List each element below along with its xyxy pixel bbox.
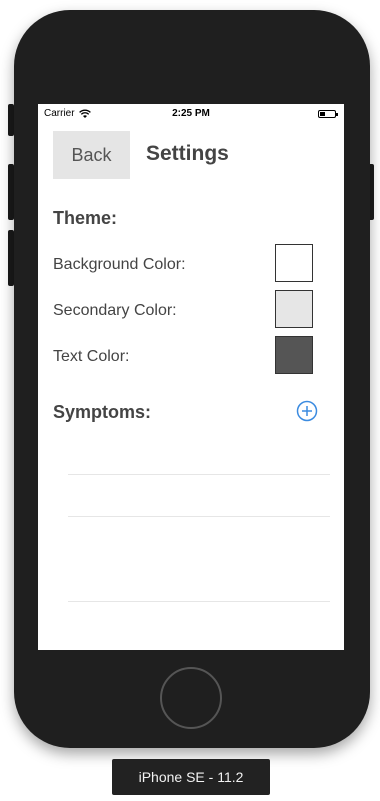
secondary-color-label: Secondary Color: <box>53 302 177 319</box>
app-screen: Carrier 2:25 PM Back Settings Theme: Bac… <box>38 104 344 650</box>
background-color-label: Background Color: <box>53 256 186 273</box>
page-title: Settings <box>146 142 229 165</box>
text-color-swatch[interactable] <box>275 336 313 374</box>
symptom-row-divider <box>68 474 330 475</box>
simulator-stage: Carrier 2:25 PM Back Settings Theme: Bac… <box>0 0 380 801</box>
theme-section-title: Theme: <box>53 208 118 228</box>
status-bar: Carrier 2:25 PM <box>38 104 344 124</box>
back-button[interactable]: Back <box>53 131 130 179</box>
battery-icon <box>318 110 338 118</box>
symptom-row-divider <box>68 601 330 602</box>
background-color-swatch[interactable] <box>275 244 313 282</box>
text-color-label: Text Color: <box>53 348 130 365</box>
device-label: iPhone SE - 11.2 <box>112 759 270 795</box>
add-symptom-icon[interactable] <box>296 400 318 422</box>
home-button[interactable] <box>160 667 222 729</box>
status-time: 2:25 PM <box>172 108 210 119</box>
secondary-color-swatch[interactable] <box>275 290 313 328</box>
symptom-row-divider <box>68 516 330 517</box>
symptoms-section-title: Symptoms: <box>53 402 152 422</box>
